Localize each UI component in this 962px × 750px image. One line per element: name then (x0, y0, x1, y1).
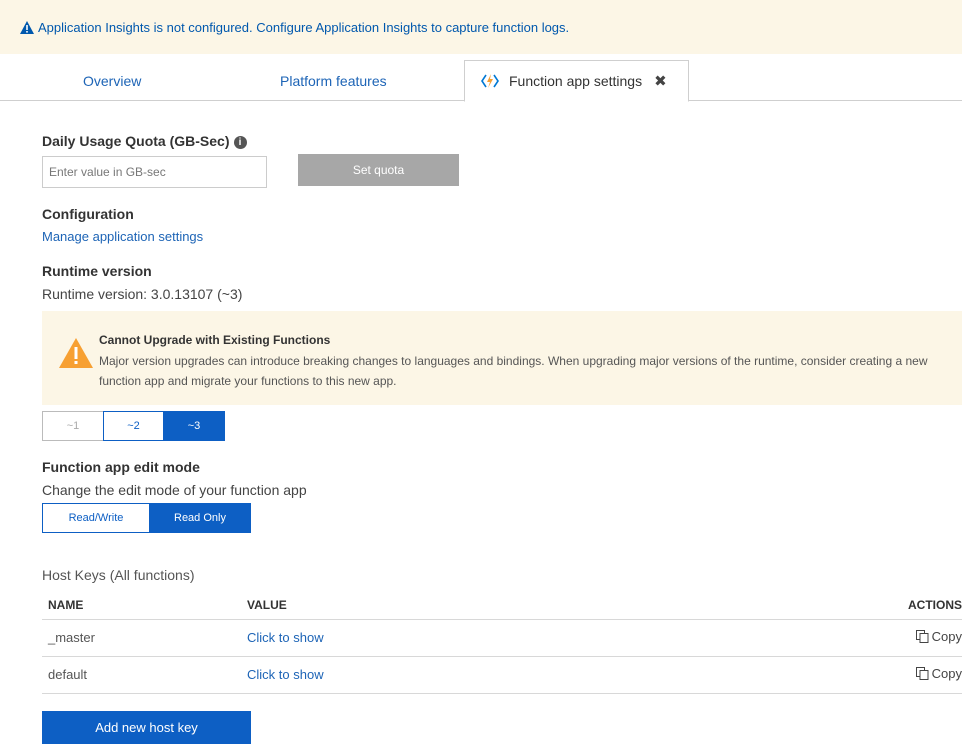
upgrade-warning-title: Cannot Upgrade with Existing Functions (99, 333, 331, 347)
click-to-show-link[interactable]: Click to show (247, 630, 324, 645)
table-header-row: NAME VALUE ACTIONS (42, 591, 962, 620)
copy-icon (915, 667, 929, 680)
tab-bar: Overview Platform features Function app … (0, 60, 962, 102)
manage-app-settings-link[interactable]: Manage application settings (42, 229, 203, 244)
edit-mode-heading: Function app edit mode (42, 459, 200, 475)
quota-heading: Daily Usage Quota (GB-Sec) i (42, 133, 247, 151)
version-option-1: ~1 (42, 411, 104, 441)
runtime-version-selector: ~1 ~2 ~3 (42, 411, 225, 441)
warning-icon (59, 338, 93, 368)
copy-button[interactable]: Copy (915, 629, 962, 644)
host-keys-table: NAME VALUE ACTIONS _master Click to show… (42, 591, 962, 694)
column-header-actions: ACTIONS (658, 591, 962, 620)
app-insights-banner[interactable]: Application Insights is not configured. … (0, 0, 962, 54)
copy-button[interactable]: Copy (915, 666, 962, 681)
edit-mode-read-only[interactable]: Read Only (149, 503, 251, 533)
tab-label: Overview (83, 72, 142, 89)
key-name: _master (42, 619, 241, 657)
tab-overview[interactable]: Overview (83, 60, 141, 101)
version-option-3[interactable]: ~3 (163, 411, 225, 441)
version-option-2[interactable]: ~2 (103, 411, 164, 441)
table-row: _master Click to show Copy (42, 619, 962, 657)
tab-platform-features[interactable]: Platform features (280, 60, 387, 101)
copy-label: Copy (931, 629, 962, 644)
column-header-name: NAME (42, 591, 241, 620)
key-name: default (42, 656, 241, 694)
quota-label: Daily Usage Quota (GB-Sec) (42, 133, 230, 149)
upgrade-warning: Cannot Upgrade with Existing Functions M… (42, 311, 962, 405)
upgrade-warning-message: Major version upgrades can introduce bre… (99, 354, 928, 388)
quota-input[interactable] (42, 156, 267, 188)
edit-mode-read-write[interactable]: Read/Write (42, 503, 150, 533)
set-quota-button[interactable]: Set quota (298, 154, 459, 186)
function-app-icon (481, 74, 499, 88)
copy-label: Copy (931, 666, 962, 681)
click-to-show-link[interactable]: Click to show (247, 667, 324, 682)
add-host-key-button[interactable]: Add new host key (42, 711, 251, 744)
runtime-heading: Runtime version (42, 263, 152, 279)
info-icon[interactable]: i (233, 136, 247, 149)
edit-mode-selector: Read/Write Read Only (42, 503, 251, 533)
banner-message[interactable]: Application Insights is not configured. … (38, 20, 569, 35)
edit-mode-description: Change the edit mode of your function ap… (42, 482, 307, 498)
host-keys-title: Host Keys (All functions) (42, 567, 195, 583)
runtime-version-text: Runtime version: 3.0.13107 (~3) (42, 286, 243, 302)
tab-label: Function app settings (509, 73, 643, 89)
close-icon[interactable]: ✖ (654, 72, 667, 90)
column-header-value: VALUE (241, 591, 659, 620)
tab-function-app-settings[interactable]: Function app settings ✖ (464, 60, 689, 102)
table-row: default Click to show Copy (42, 656, 962, 694)
configuration-heading: Configuration (42, 206, 134, 222)
warning-icon (20, 20, 34, 34)
tab-label: Platform features (280, 72, 387, 89)
copy-icon (915, 630, 929, 643)
